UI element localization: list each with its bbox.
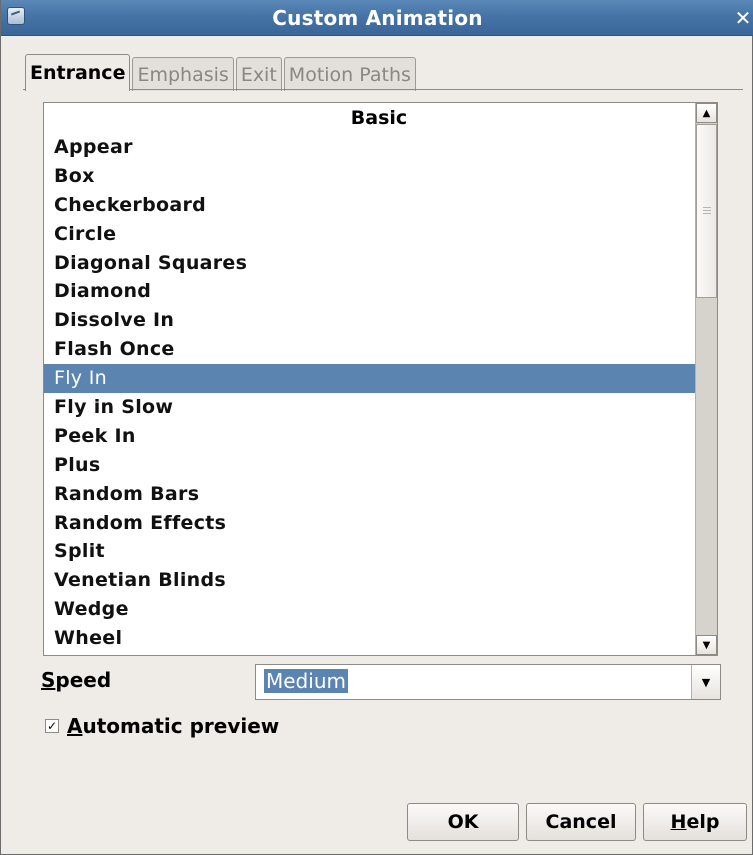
tab-bar: Entrance Emphasis Exit Motion Paths bbox=[25, 53, 418, 91]
list-item[interactable]: Peek In bbox=[44, 422, 695, 451]
title-bar[interactable]: Custom Animation ✕ bbox=[1, 0, 753, 36]
list-item[interactable]: Split bbox=[44, 537, 695, 566]
speed-dropdown[interactable]: Medium ▼ bbox=[255, 664, 721, 700]
list-item[interactable]: Diagonal Squares bbox=[44, 249, 695, 278]
list-item[interactable]: Wheel bbox=[44, 624, 695, 653]
tab-emphasis[interactable]: Emphasis bbox=[132, 57, 234, 91]
scrollbar-thumb[interactable] bbox=[696, 124, 717, 298]
close-icon[interactable]: ✕ bbox=[732, 0, 753, 35]
help-button[interactable]: Help bbox=[643, 803, 747, 841]
list-item[interactable]: Dissolve In bbox=[44, 306, 695, 335]
ok-button[interactable]: OK bbox=[407, 803, 519, 841]
tab-exit[interactable]: Exit bbox=[235, 57, 282, 91]
list-item[interactable]: Appear bbox=[44, 133, 695, 162]
window-title: Custom Animation bbox=[272, 6, 483, 30]
speed-selected-value: Medium bbox=[264, 669, 348, 693]
list-item[interactable]: Random Bars bbox=[44, 480, 695, 509]
effects-listbox[interactable]: Basic Appear Box Checkerboard Circle Dia… bbox=[43, 102, 718, 656]
scroll-down-arrow-icon[interactable]: ▼ bbox=[696, 635, 717, 655]
list-item[interactable]: Circle bbox=[44, 220, 695, 249]
list-item[interactable]: Box bbox=[44, 162, 695, 191]
list-item[interactable]: Checkerboard bbox=[44, 191, 695, 220]
automatic-preview-option[interactable]: ✓ Automatic preview bbox=[45, 714, 279, 738]
list-item[interactable]: Flash Once bbox=[44, 335, 695, 364]
list-item[interactable]: Fly in Slow bbox=[44, 393, 695, 422]
automatic-preview-label: Automatic preview bbox=[67, 714, 280, 738]
list-item[interactable]: Wedge bbox=[44, 595, 695, 624]
vertical-scrollbar[interactable]: ▲ ▼ bbox=[695, 103, 717, 655]
list-item[interactable]: Random Effects bbox=[44, 509, 695, 538]
tab-page-border bbox=[23, 89, 743, 90]
cancel-button[interactable]: Cancel bbox=[526, 803, 636, 841]
custom-animation-dialog: Custom Animation ✕ Entrance Emphasis Exi… bbox=[0, 0, 753, 855]
list-item[interactable]: Diamond bbox=[44, 277, 695, 306]
list-group-header: Basic bbox=[350, 107, 408, 129]
scroll-up-arrow-icon[interactable]: ▲ bbox=[696, 103, 717, 123]
effects-list: Appear Box Checkerboard Circle Diagonal … bbox=[44, 133, 695, 653]
automatic-preview-checkbox[interactable]: ✓ bbox=[45, 719, 59, 733]
speed-label: Speed bbox=[41, 668, 112, 692]
tab-entrance[interactable]: Entrance bbox=[25, 54, 131, 91]
list-item-selected[interactable]: Fly In bbox=[44, 364, 695, 394]
list-item[interactable]: Venetian Blinds bbox=[44, 566, 695, 595]
list-item[interactable]: Plus bbox=[44, 451, 695, 480]
dropdown-arrow-icon[interactable]: ▼ bbox=[691, 665, 720, 699]
tab-motion-paths[interactable]: Motion Paths bbox=[283, 57, 416, 91]
